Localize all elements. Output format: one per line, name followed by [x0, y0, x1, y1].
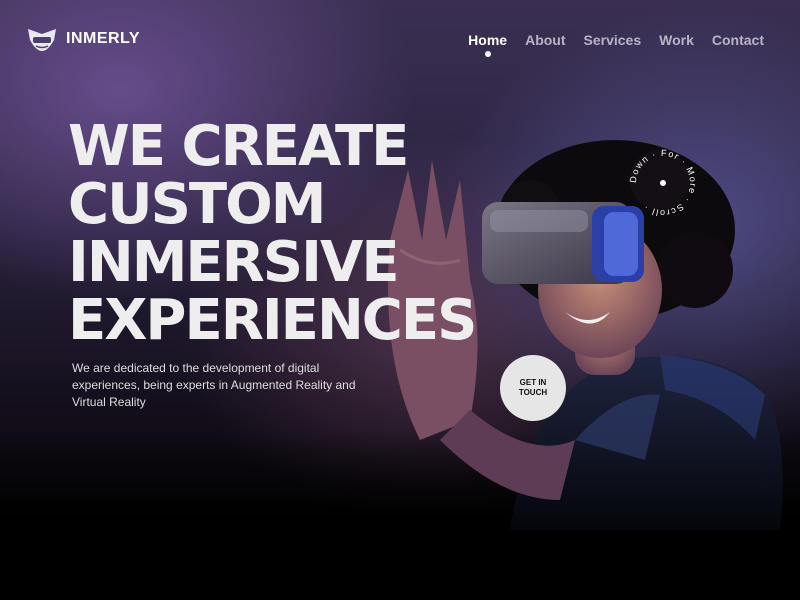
- brand-name: INMERLY: [66, 30, 141, 47]
- hero-description: We are dedicated to the development of d…: [72, 361, 356, 409]
- cta-label: GET IN TOUCH: [518, 378, 548, 397]
- hero-headline: WE CREATE CUSTOM INMERSIVE EXPERIENCES: [68, 114, 477, 353]
- active-indicator-dot: [484, 51, 491, 57]
- vr-headset-shield-icon: [28, 29, 56, 51]
- main-nav: Home About Services Work Contact: [468, 32, 764, 57]
- nav-label: Home: [468, 32, 508, 48]
- nav-link-about[interactable]: About: [525, 32, 565, 48]
- headline-line: CUSTOM: [68, 172, 326, 237]
- get-in-touch-button[interactable]: GET IN TOUCH: [500, 355, 566, 421]
- nav-label: Contact: [711, 32, 764, 48]
- nav-link-services[interactable]: Services: [584, 32, 642, 48]
- nav-label: About: [525, 32, 566, 48]
- headline-line: WE CREATE: [68, 114, 409, 179]
- nav-link-work[interactable]: Work: [659, 32, 694, 48]
- scroll-down-badge[interactable]: Down · For · More · Scroll ·: [628, 148, 698, 218]
- brand-logo[interactable]: INMERLY: [26, 26, 140, 52]
- nav-link-contact[interactable]: Contact: [712, 32, 764, 48]
- nav-link-home[interactable]: Home: [468, 32, 508, 57]
- scroll-indicator-dot: [660, 180, 666, 186]
- nav-label: Work: [659, 32, 694, 48]
- nav-label: Services: [583, 32, 642, 48]
- headline-line: EXPERIENCES: [68, 288, 477, 353]
- headline-line: INMERSIVE: [68, 230, 400, 295]
